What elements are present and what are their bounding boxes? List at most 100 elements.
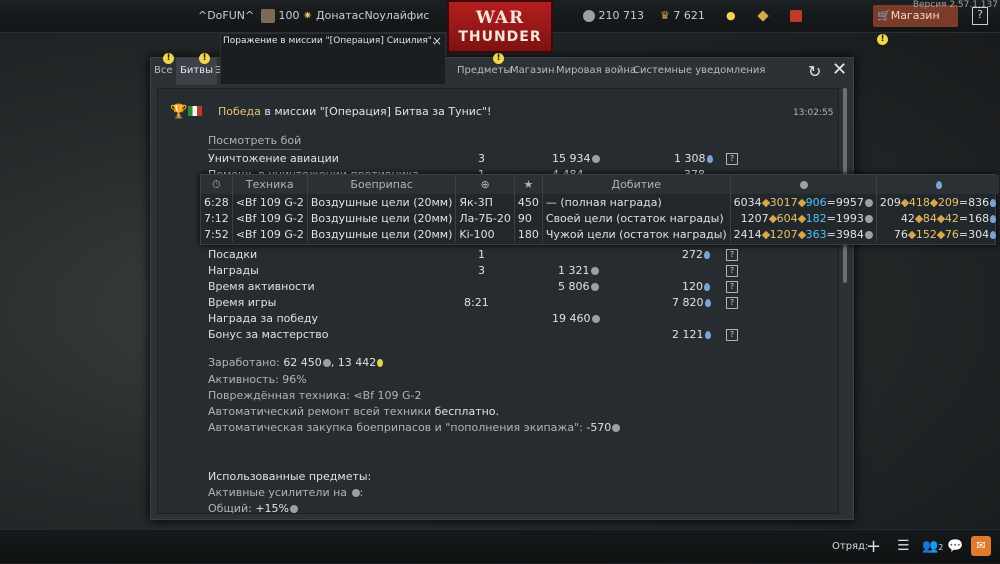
table-row: 7:12 ⋖Bf 109 G-2 Воздушные цели (20мм) Л… [201, 210, 999, 226]
research-points-icon [706, 155, 713, 163]
player-level: 100 ✷ [261, 0, 312, 32]
italy-flag-icon [188, 106, 202, 116]
booster-total: Общий: +15% [208, 501, 298, 517]
auto-repair: Автоматический ремонт всей техники беспл… [208, 405, 500, 418]
plane-icon: ⋖ [353, 389, 363, 402]
logo-line-2: THUNDER [458, 29, 542, 45]
trophy-icon: 🏆 [170, 104, 188, 120]
bottom-bar: Отряд: + ☰ 👥2 💬 ✉ [0, 529, 1000, 563]
squad-tag[interactable]: ^DoFUN^ [198, 0, 254, 32]
col-vehicle: Техника [232, 175, 308, 194]
plane-icon: ⋖ [235, 195, 245, 209]
damaged-vehicle: Повреждённая техника: ⋖Bf 109 G-2 [208, 389, 422, 402]
row-skill-bonus-rp: 2 121 [672, 327, 711, 343]
kill-rp: 76 152 76=304 [876, 226, 999, 242]
info-button[interactable]: ? [726, 153, 738, 165]
warbond-icon[interactable] [757, 0, 769, 32]
row-activity-time-rp: 120 [682, 279, 710, 295]
kill-vehicle: ⋖Bf 109 G-2 [232, 210, 308, 226]
view-battle-link[interactable]: Посмотреть бой [208, 133, 302, 150]
kill-finish: — (полная награда) [542, 194, 731, 210]
kill-finish: Своей цели (остаток награды) [542, 210, 731, 226]
col-finish: Добитие [542, 175, 731, 194]
silver-lions-balance[interactable]: 210 713 [582, 0, 644, 32]
used-items-title: Использованные предметы: [208, 470, 372, 483]
notification-close-button[interactable]: × [432, 34, 442, 48]
kill-finish: Чужой цели (остаток награды) [542, 226, 731, 242]
research-points-icon [704, 283, 710, 291]
notif-warning-icon: ! [493, 53, 504, 64]
kill-rp: 42 84 42=168 [876, 210, 999, 226]
research-points-icon [704, 299, 711, 307]
golden-eagles-value: 7 621 [673, 9, 705, 22]
golden-eagles-balance[interactable]: ♛ 7 621 [660, 0, 705, 32]
row-skill-bonus-label: Бонус за мастерство [208, 328, 329, 341]
notification-rest: в миссии "[Операция] Сицилия". [277, 36, 435, 46]
close-window-button[interactable]: ✕ [832, 59, 847, 80]
gift-icon[interactable] [790, 0, 802, 32]
rank-badge-icon [261, 9, 275, 23]
info-button[interactable]: ? [726, 265, 738, 277]
info-button[interactable]: ? [726, 297, 738, 309]
battle-message: 🏆 Победа в миссии "[Операция] Битва за Т… [157, 88, 839, 517]
player-level-value: 100 [278, 9, 300, 22]
tab-system[interactable]: Системные уведомления [633, 57, 765, 85]
row-awards-count: 3 [478, 264, 485, 277]
kill-target: Як-3П [455, 194, 515, 210]
eagle-icon: ♛ [660, 9, 670, 22]
message-mission: в миссии "[Операция] Битва за Тунис"! [260, 105, 492, 118]
info-button[interactable]: ? [726, 329, 738, 341]
plane-icon: ⋖ [235, 211, 245, 225]
info-button[interactable]: ? [726, 281, 738, 293]
silver-lions-icon [612, 424, 621, 432]
row-victory-reward-sl: 19 460 [552, 311, 600, 327]
notification-popup[interactable]: Поражение в миссии "[Операция] Сицилия".… [220, 33, 446, 85]
bulb-icon[interactable]: ● [726, 0, 736, 32]
kill-rp: 209 418 209=836 [876, 194, 999, 210]
refresh-icon[interactable]: ↻ [808, 62, 821, 81]
list-icon[interactable]: ☰ [897, 530, 910, 563]
add-squad-member-button[interactable]: + [866, 530, 881, 563]
kill-target: Ki-100 [455, 226, 515, 242]
info-button[interactable]: ? [726, 249, 738, 261]
player-name[interactable]: ДонатасNoулайфис [316, 0, 429, 32]
col-ammo: Боеприпас [307, 175, 457, 194]
message-time: 13:02:55 [793, 108, 834, 118]
row-air-kills-sl: 15 934 [552, 151, 600, 167]
table-row: 7:52 ⋖Bf 109 G-2 Воздушные цели (20мм) K… [201, 226, 999, 242]
kill-ammo: Воздушные цели (20мм) [307, 226, 457, 242]
chat-icon[interactable]: 💬 [947, 530, 963, 563]
row-landings-label: Посадки [208, 248, 258, 261]
kill-vehicle: ⋖Bf 109 G-2 [232, 226, 308, 242]
row-air-kills-label: Уничтожение авиации [208, 152, 339, 165]
row-activity-time-label: Время активности [208, 280, 315, 293]
notification-text: Поражение в миссии "[Операция] Сицилия". [223, 36, 435, 46]
tab-shop[interactable]: Магазин [510, 57, 555, 85]
row-air-kills-rp: 1 308 [674, 151, 713, 167]
warning-icon: ! [877, 34, 888, 45]
research-points-icon [377, 359, 384, 367]
message-title: Победа в миссии "[Операция] Битва за Тун… [218, 104, 491, 120]
research-points-icon [704, 251, 710, 259]
kill-score: 90 [514, 210, 543, 226]
logo-line-1: WAR [475, 8, 525, 28]
row-play-time-rp: 7 820 [672, 295, 711, 311]
row-victory-reward-label: Награда за победу [208, 312, 319, 325]
kill-sl: 2414 1207 363=3984 [730, 226, 877, 242]
auto-purchase: Автоматическая закупка боеприпасов и "по… [208, 420, 621, 436]
contacts-icon[interactable]: 👥2 [922, 530, 943, 563]
war-thunder-logo[interactable]: WAR THUNDER [447, 0, 553, 53]
table-row: 6:28 ⋖Bf 109 G-2 Воздушные цели (20мм) Я… [201, 194, 999, 210]
star-icon: ★ [514, 175, 543, 194]
star-icon: ✷ [303, 9, 313, 22]
silver-lions-icon [322, 359, 331, 367]
kill-time: 6:28 [201, 194, 233, 210]
tab-world-war[interactable]: Мировая война [556, 57, 636, 85]
active-boosters: Активные усилители на : [208, 486, 364, 499]
kill-ammo: Воздушные цели (20мм) [307, 194, 457, 210]
mail-icon[interactable]: ✉ [971, 536, 991, 556]
kill-ammo: Воздушные цели (20мм) [307, 210, 457, 226]
tab-battles[interactable]: Битвы [176, 57, 217, 85]
row-landings-rp: 272 [682, 247, 710, 263]
message-result: Победа [218, 105, 261, 118]
